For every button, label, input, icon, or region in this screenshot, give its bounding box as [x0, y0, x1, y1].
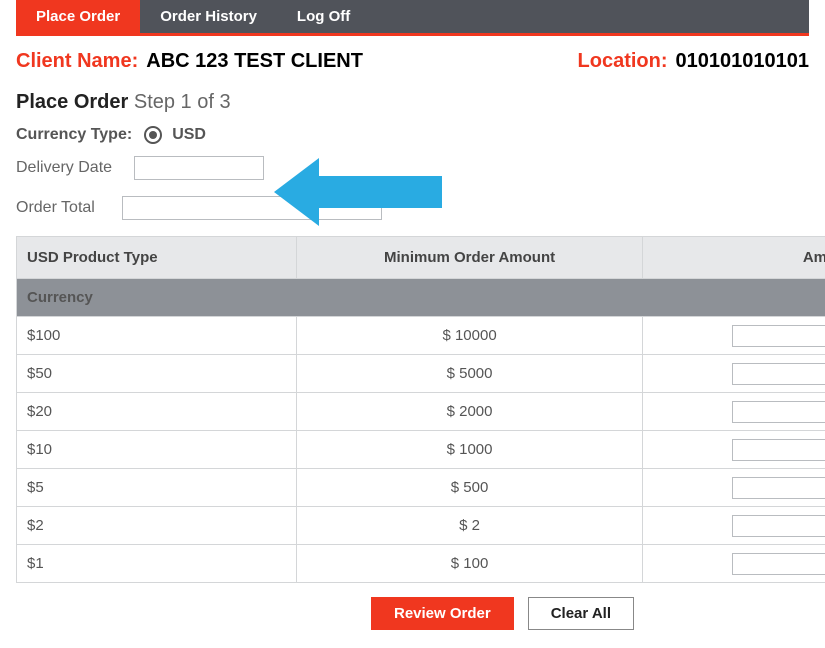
cell-product: $100	[17, 317, 297, 355]
table-row: $1 $ 100	[17, 545, 825, 583]
navbar: Place Order Order History Log Off	[16, 0, 809, 33]
amount-input[interactable]	[732, 325, 825, 347]
product-table: USD Product Type Minimum Order Amount Am…	[16, 236, 825, 583]
nav-log-off[interactable]: Log Off	[277, 0, 370, 33]
cell-min: $ 100	[297, 545, 642, 583]
col-product-type: USD Product Type	[17, 237, 297, 279]
table-row: $5 $ 500	[17, 469, 825, 507]
table-row: $20 $ 2000	[17, 393, 825, 431]
nav-place-order[interactable]: Place Order	[16, 0, 140, 33]
client-row: Client Name: ABC 123 TEST CLIENT Locatio…	[16, 50, 809, 73]
currency-type-label: Currency Type:	[16, 126, 132, 144]
amount-input[interactable]	[732, 363, 825, 385]
button-row: Review Order Clear All	[180, 597, 825, 630]
cell-product: $5	[17, 469, 297, 507]
amount-input[interactable]	[732, 401, 825, 423]
radio-dot-icon	[149, 131, 157, 139]
delivery-date-input[interactable]	[134, 156, 264, 180]
clear-all-button[interactable]: Clear All	[528, 597, 634, 630]
amount-input[interactable]	[732, 477, 825, 499]
cell-product: $50	[17, 355, 297, 393]
amount-input[interactable]	[732, 553, 825, 575]
cell-min: $ 2	[297, 507, 642, 545]
order-total-input[interactable]	[122, 196, 382, 220]
cell-min: $ 500	[297, 469, 642, 507]
table-row: $100 $ 10000	[17, 317, 825, 355]
cell-product: $1	[17, 545, 297, 583]
page-step: Step 1 of 3	[134, 91, 231, 113]
cell-min: $ 5000	[297, 355, 642, 393]
cell-product: $20	[17, 393, 297, 431]
nav-divider	[16, 33, 809, 36]
amount-input[interactable]	[732, 515, 825, 537]
currency-row: Currency Type: USD	[16, 126, 825, 144]
table-row: $2 $ 2	[17, 507, 825, 545]
cell-product: $2	[17, 507, 297, 545]
order-total-label: Order Total	[16, 199, 122, 217]
cell-min: $ 1000	[297, 431, 642, 469]
client-name-label: Client Name:	[16, 50, 138, 73]
order-total-row: Order Total	[16, 196, 825, 220]
client-name-value: ABC 123 TEST CLIENT	[146, 50, 363, 73]
amount-input[interactable]	[732, 439, 825, 461]
col-amount: Am	[642, 237, 825, 279]
currency-radio-usd[interactable]	[144, 126, 162, 144]
review-order-button[interactable]: Review Order	[371, 597, 514, 630]
table-row: $10 $ 1000	[17, 431, 825, 469]
currency-code: USD	[172, 126, 206, 144]
page-title: Place Order	[16, 91, 128, 113]
delivery-date-row: Delivery Date	[16, 156, 825, 180]
cell-min: $ 10000	[297, 317, 642, 355]
location-value: 010101010101	[676, 50, 809, 73]
location-label: Location:	[578, 50, 668, 73]
col-min-order: Minimum Order Amount	[297, 237, 642, 279]
delivery-date-label: Delivery Date	[16, 159, 134, 177]
nav-order-history[interactable]: Order History	[140, 0, 277, 33]
table-subheader: Currency	[17, 279, 825, 317]
cell-product: $10	[17, 431, 297, 469]
table-row: $50 $ 5000	[17, 355, 825, 393]
cell-min: $ 2000	[297, 393, 642, 431]
page-heading: Place Order Step 1 of 3	[16, 91, 825, 114]
